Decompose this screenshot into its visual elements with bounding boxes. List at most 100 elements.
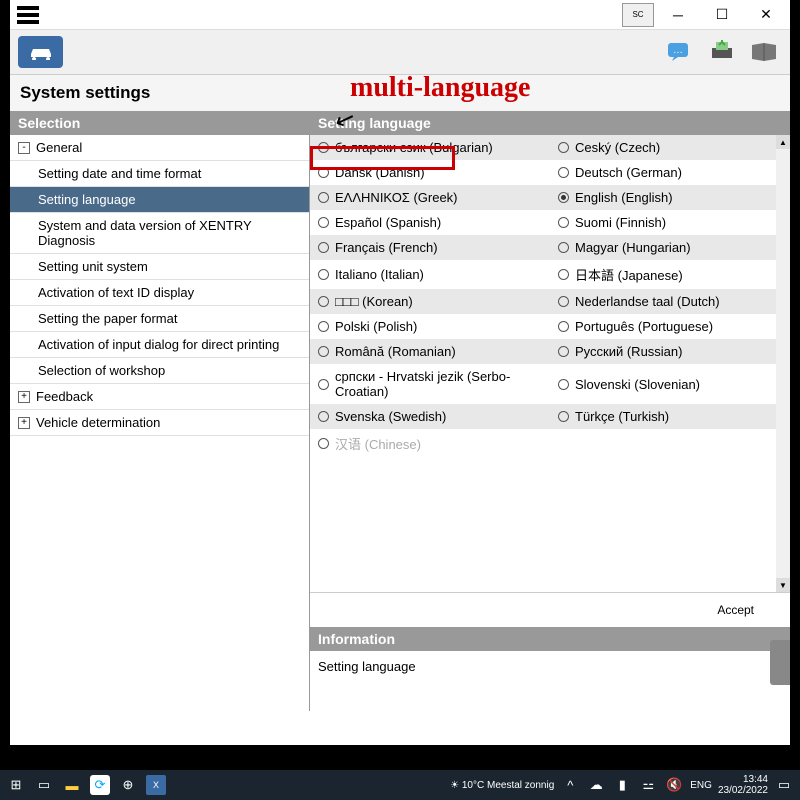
collapse-icon[interactable]: - [18,142,30,154]
toolbar: … [10,30,790,75]
book-icon[interactable] [746,37,782,67]
language-option[interactable]: □□□ (Korean) [310,289,550,314]
sidebar-item[interactable]: Setting language [10,187,309,213]
sidebar-item-label: Activation of text ID display [38,285,194,300]
expand-icon[interactable]: + [18,417,30,429]
language-label: Français (French) [335,240,438,255]
sidebar-item[interactable]: System and data version of XENTRY Diagno… [10,213,309,254]
chat-icon[interactable]: … [662,37,698,67]
tray-battery-icon[interactable]: ▮ [612,775,632,795]
language-label: Português (Portuguese) [575,319,713,334]
task-view-icon[interactable]: ▭ [34,775,54,795]
language-label: 日本語 (Japanese) [575,265,683,284]
language-row: Français (French) Magyar (Hungarian) [310,235,790,260]
minimize-button[interactable]: ─ [658,1,698,29]
language-option[interactable]: Português (Portuguese) [550,314,790,339]
teamviewer-icon[interactable]: ⟳ [90,775,110,795]
radio-icon [558,192,569,203]
language-option[interactable]: Русский (Russian) [550,339,790,364]
accept-button[interactable]: Accept [701,599,770,621]
language-option[interactable]: Polski (Polish) [310,314,550,339]
language-option[interactable]: 日本語 (Japanese) [550,260,790,289]
radio-icon [318,192,329,203]
tray-cloud-icon[interactable]: ☁ [586,775,606,795]
scroll-down-icon[interactable]: ▼ [776,578,790,592]
tray-wifi-icon[interactable]: ⚍ [638,775,658,795]
file-explorer-icon[interactable]: ▬ [62,775,82,795]
language-option[interactable]: Suomi (Finnish) [550,210,790,235]
scrollbar[interactable]: ▲ ▼ [776,135,790,592]
sidebar-item-label: Feedback [36,389,93,404]
sidebar-item[interactable]: -General [10,135,309,161]
sidebar-item[interactable]: Selection of workshop [10,358,309,384]
security-icon[interactable]: ⊕ [118,775,138,795]
app-icon[interactable]: X [146,775,166,795]
radio-icon [318,296,329,307]
radio-icon [558,296,569,307]
language-label: 汉语 (Chinese) [335,434,421,453]
language-option[interactable]: Deutsch (German) [550,160,790,185]
language-option[interactable]: Magyar (Hungarian) [550,235,790,260]
language-row: Svenska (Swedish) Türkçe (Turkish) [310,404,790,429]
info-header: Information [310,627,790,651]
sidebar: Selection -General Setting date and time … [10,111,310,711]
weather-widget[interactable]: ☀ 10°C Meestal zonnig [450,780,554,791]
language-option[interactable]: Français (French) [310,235,550,260]
language-option[interactable]: български език (Bulgarian) [310,135,550,160]
sidebar-item[interactable]: +Vehicle determination [10,410,309,436]
language-label: Русский (Russian) [575,344,682,359]
language-option[interactable]: ΕΛΛΗΝΙΚΟΣ (Greek) [310,185,550,210]
radio-icon [318,321,329,332]
sidebar-item[interactable]: Activation of input dialog for direct pr… [10,332,309,358]
accept-bar: Accept [310,592,790,627]
radio-icon [558,167,569,178]
tray-volume-icon[interactable]: 🔇 [664,775,684,795]
vehicle-button[interactable] [18,36,63,68]
language-option[interactable]: Română (Romanian) [310,339,550,364]
tray-notifications-icon[interactable]: ▭ [774,775,794,795]
sidebar-header: Selection [10,111,309,135]
language-option[interactable]: Español (Spanish) [310,210,550,235]
radio-icon [558,411,569,422]
language-row: □□□ (Korean)Nederlandse taal (Dutch) [310,289,790,314]
hamburger-menu-icon[interactable] [14,4,42,26]
language-option[interactable]: English (English) [550,185,790,210]
radio-icon [318,438,329,449]
tray-chevron-icon[interactable]: ^ [560,775,580,795]
close-button[interactable]: ✕ [746,1,786,29]
language-label: српски - Hrvatski jezik (Serbo-Croatian) [335,369,542,399]
scroll-up-icon[interactable]: ▲ [776,135,790,149]
language-option[interactable]: Nederlandse taal (Dutch) [550,289,790,314]
sidebar-item[interactable]: Setting date and time format [10,161,309,187]
print-icon[interactable] [704,37,740,67]
language-label: Türkçe (Turkish) [575,409,669,424]
annotation-title: multi-language [350,72,530,104]
language-option[interactable]: 汉语 (Chinese) [310,429,550,458]
expand-icon[interactable]: + [18,391,30,403]
sidebar-item[interactable]: Setting the paper format [10,306,309,332]
language-option[interactable]: Italiano (Italian) [310,260,550,289]
sidebar-item-label: Setting date and time format [38,166,201,181]
side-tab[interactable] [770,640,790,685]
sidebar-item[interactable]: Setting unit system [10,254,309,280]
language-row: български език (Bulgarian)Ceský (Czech) [310,135,790,160]
sidebar-item[interactable]: + Feedback [10,384,309,410]
language-option[interactable]: Türkçe (Turkish) [550,404,790,429]
info-body: Setting language [310,651,790,711]
language-option[interactable]: српски - Hrvatski jezik (Serbo-Croatian) [310,364,550,404]
tray-clock[interactable]: 13:4423/02/2022 [718,774,768,796]
sidebar-item[interactable]: Activation of text ID display [10,280,309,306]
language-label: ΕΛΛΗΝΙΚΟΣ (Greek) [335,190,458,205]
start-button[interactable]: ⊞ [6,775,26,795]
maximize-button[interactable]: ☐ [702,1,742,29]
radio-icon [318,269,329,280]
language-option[interactable]: Svenska (Swedish) [310,404,550,429]
sidebar-item-label: Activation of input dialog for direct pr… [38,337,279,352]
language-option[interactable]: Slovenski (Slovenian) [550,364,790,404]
language-option[interactable]: Dansk (Danish) [310,160,550,185]
language-option[interactable]: Ceský (Czech) [550,135,790,160]
tray-language[interactable]: ENG [690,780,712,791]
titlebar: SC ─ ☐ ✕ [10,0,790,30]
radio-icon [558,142,569,153]
language-label: Română (Romanian) [335,344,456,359]
